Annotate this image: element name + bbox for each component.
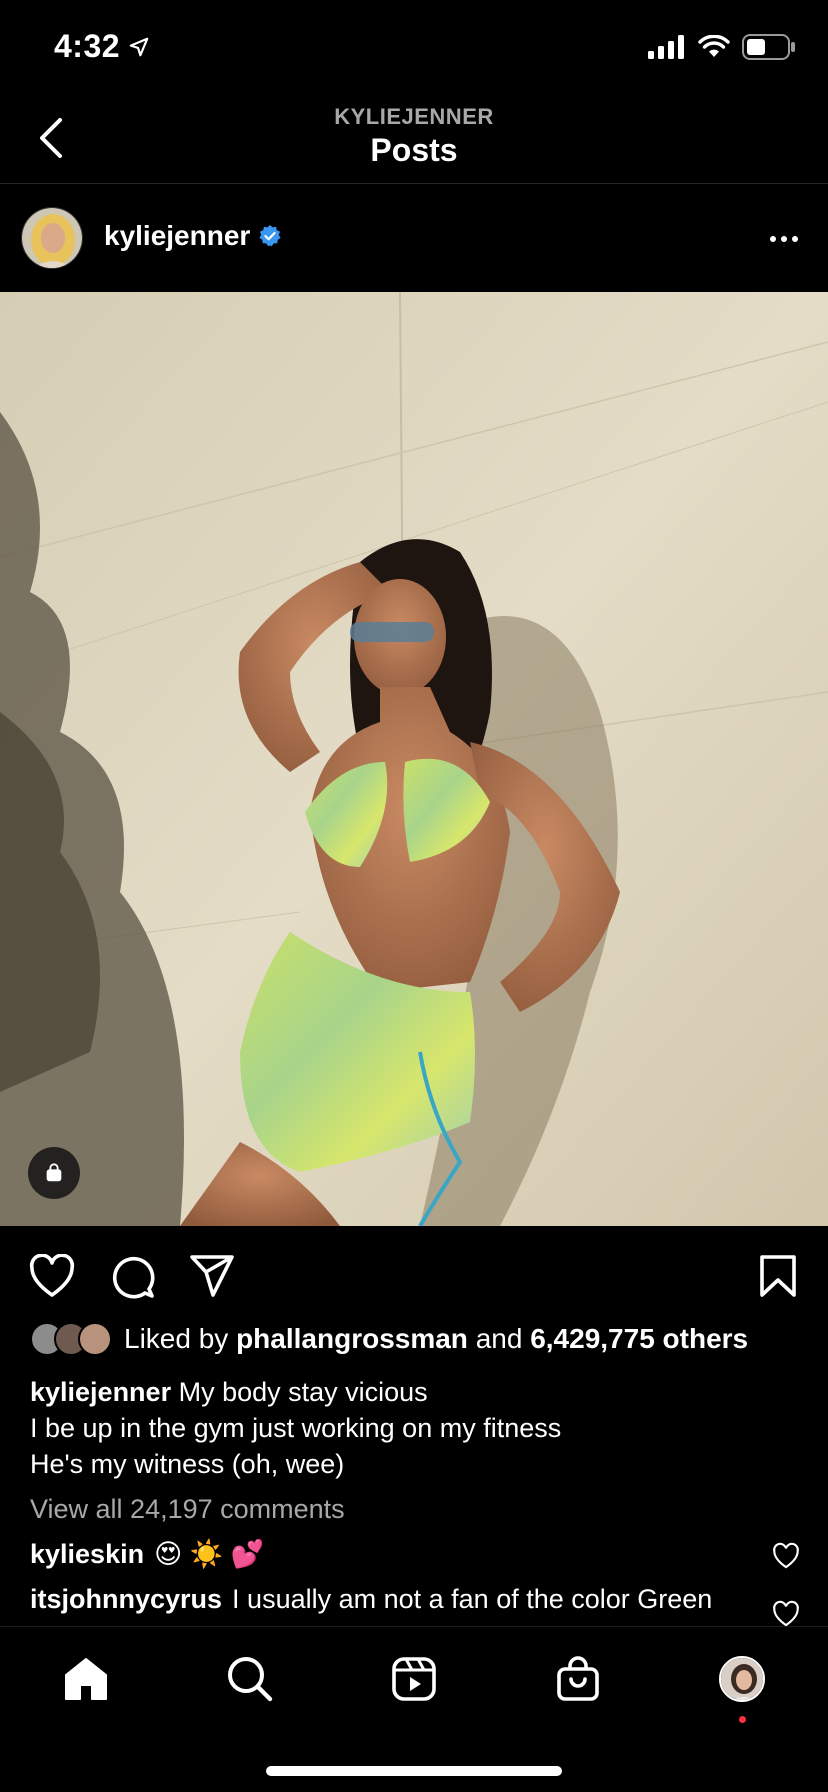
likes-conjunction: and bbox=[475, 1323, 523, 1354]
tab-profile[interactable] bbox=[712, 1649, 772, 1723]
save-button[interactable] bbox=[752, 1250, 804, 1302]
shopping-tag-button[interactable] bbox=[28, 1147, 80, 1199]
more-options-button[interactable] bbox=[766, 224, 802, 254]
comment-username[interactable]: kylieskin bbox=[30, 1539, 144, 1570]
status-icons bbox=[648, 34, 796, 60]
post-photo bbox=[0, 292, 828, 1226]
nav-titles: KYLIEJENNER Posts bbox=[0, 104, 828, 169]
notification-dot bbox=[739, 1716, 746, 1723]
likes-text: Liked by phallangrossman and 6,429,775 o… bbox=[124, 1323, 748, 1355]
status-time-text: 4:32 bbox=[54, 28, 121, 64]
reels-icon bbox=[392, 1657, 436, 1701]
likes-row[interactable]: Liked by phallangrossman and 6,429,775 o… bbox=[30, 1322, 748, 1356]
tab-home[interactable] bbox=[56, 1649, 116, 1709]
username-row[interactable]: kyliejenner bbox=[104, 220, 282, 252]
post-username[interactable]: kyliejenner bbox=[104, 220, 250, 252]
comment-row: kylieskin 😍 ☀️ 💕 bbox=[30, 1538, 800, 1570]
share-button[interactable] bbox=[186, 1250, 238, 1302]
more-dot-icon bbox=[781, 236, 787, 242]
caption-text: My body stay vicious bbox=[178, 1377, 428, 1407]
profile-avatar bbox=[719, 1656, 765, 1702]
verified-badge-icon bbox=[259, 225, 281, 247]
view-all-comments-link[interactable]: View all 24,197 comments bbox=[30, 1494, 345, 1525]
caption-username[interactable]: kyliejenner bbox=[30, 1377, 171, 1407]
caption-line: kyliejenner My body stay vicious bbox=[30, 1374, 800, 1410]
comment-text: 😍 ☀️ 💕 bbox=[154, 1539, 265, 1569]
tab-search[interactable] bbox=[220, 1649, 280, 1709]
home-indicator[interactable] bbox=[266, 1766, 562, 1776]
nav-header: KYLIEJENNER Posts bbox=[0, 100, 828, 184]
caption-text: He's my witness (oh, wee) bbox=[30, 1449, 345, 1479]
shopping-bag-icon bbox=[46, 1163, 62, 1182]
like-button[interactable] bbox=[26, 1250, 78, 1302]
likes-prefix: Liked by bbox=[124, 1323, 229, 1354]
tab-shop[interactable] bbox=[548, 1649, 608, 1709]
comment-username[interactable]: itsjohnnycyrus bbox=[30, 1584, 222, 1615]
bookmark-icon bbox=[760, 1255, 796, 1297]
comment-button[interactable] bbox=[106, 1250, 158, 1302]
comment-text: I usually am not a fan of the color Gree… bbox=[232, 1584, 713, 1614]
wifi-icon bbox=[698, 35, 730, 57]
shop-icon bbox=[557, 1656, 599, 1701]
nav-subtitle: KYLIEJENNER bbox=[334, 104, 494, 129]
battery-icon bbox=[742, 34, 795, 60]
share-icon bbox=[190, 1255, 234, 1297]
search-icon bbox=[228, 1657, 273, 1702]
likes-count[interactable]: 6,429,775 others bbox=[530, 1323, 748, 1354]
liker-avatar bbox=[78, 1322, 112, 1356]
more-dot-icon bbox=[792, 236, 798, 242]
page-title: Posts bbox=[370, 132, 458, 168]
comment-row: itsjohnnycyrus I usually am not a fan of… bbox=[30, 1584, 800, 1615]
comment-like-heart-icon[interactable] bbox=[772, 1600, 800, 1628]
tab-reels[interactable] bbox=[384, 1649, 444, 1709]
location-arrow-icon bbox=[129, 37, 149, 56]
liker-username[interactable]: phallangrossman bbox=[236, 1323, 468, 1354]
comment-like-heart-icon[interactable] bbox=[772, 1542, 800, 1570]
home-icon bbox=[65, 1658, 107, 1700]
more-dot-icon bbox=[770, 236, 776, 242]
caption-text: I be up in the gym just working on my fi… bbox=[30, 1413, 562, 1443]
liker-avatars bbox=[30, 1322, 112, 1356]
status-time: 4:32 bbox=[54, 28, 150, 65]
signal-icon bbox=[648, 35, 684, 59]
heart-icon bbox=[29, 1254, 75, 1297]
avatar[interactable] bbox=[21, 207, 83, 269]
status-bar: 4:32 bbox=[0, 0, 828, 100]
caption: kyliejenner My body stay vicious I be up… bbox=[30, 1374, 800, 1482]
comment-icon bbox=[112, 1256, 155, 1299]
post-header: kyliejenner bbox=[0, 184, 828, 292]
post-actions bbox=[0, 1250, 828, 1306]
post-image[interactable] bbox=[0, 292, 828, 1226]
avatar-image bbox=[22, 208, 82, 268]
